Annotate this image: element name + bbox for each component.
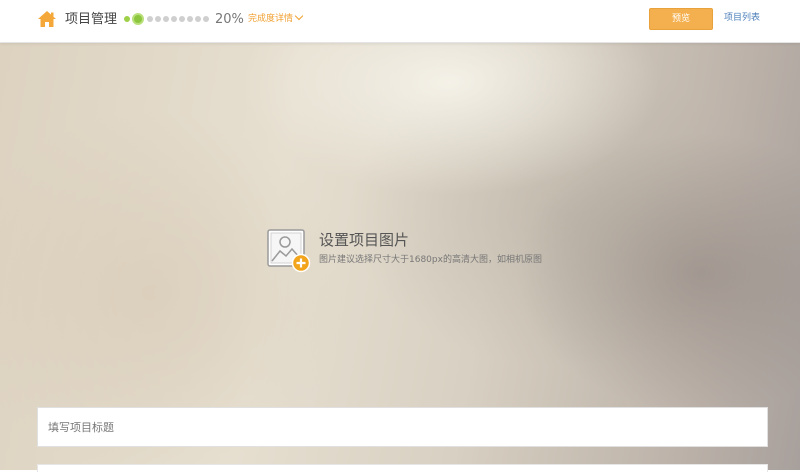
progress-step-dot xyxy=(163,16,169,22)
set-image-hint: 图片建议选择尺寸大于1680px的高清大图，如相机原图 xyxy=(319,255,542,265)
progress-step-dot xyxy=(147,16,153,22)
progress-step-dot xyxy=(187,16,193,22)
progress-step-dot xyxy=(179,16,185,22)
progress-step-dot xyxy=(203,16,209,22)
set-image-title: 设置项目图片 xyxy=(319,231,410,249)
top-header: 项目管理 20% 完成度详情 预览 项目列表 xyxy=(0,0,800,43)
completion-detail-label: 完成度详情 xyxy=(248,14,294,24)
progress-step-dot xyxy=(171,16,177,22)
image-add-icon xyxy=(267,229,311,273)
project-list-link[interactable]: 项目列表 xyxy=(724,12,760,24)
progress-percent: 20% xyxy=(215,12,244,27)
app-title: 项目管理 xyxy=(65,12,118,27)
progress-step-dot xyxy=(195,16,201,22)
content-card-top xyxy=(37,464,768,472)
preview-button[interactable]: 预览 xyxy=(649,8,713,30)
progress-step-dot xyxy=(155,16,161,22)
chevron-down-icon xyxy=(294,11,304,21)
project-title-input[interactable] xyxy=(37,407,768,447)
set-project-image[interactable]: 设置项目图片 图片建议选择尺寸大于1680px的高清大图，如相机原图 xyxy=(267,229,567,279)
progress-step-dot xyxy=(124,16,130,22)
completion-detail-link[interactable]: 完成度详情 xyxy=(248,11,304,25)
progress-steps xyxy=(124,12,211,26)
cover-image-area: 设置项目图片 图片建议选择尺寸大于1680px的高清大图，如相机原图 xyxy=(0,43,800,472)
home-icon[interactable] xyxy=(37,10,57,28)
progress-step-dot xyxy=(132,13,144,25)
